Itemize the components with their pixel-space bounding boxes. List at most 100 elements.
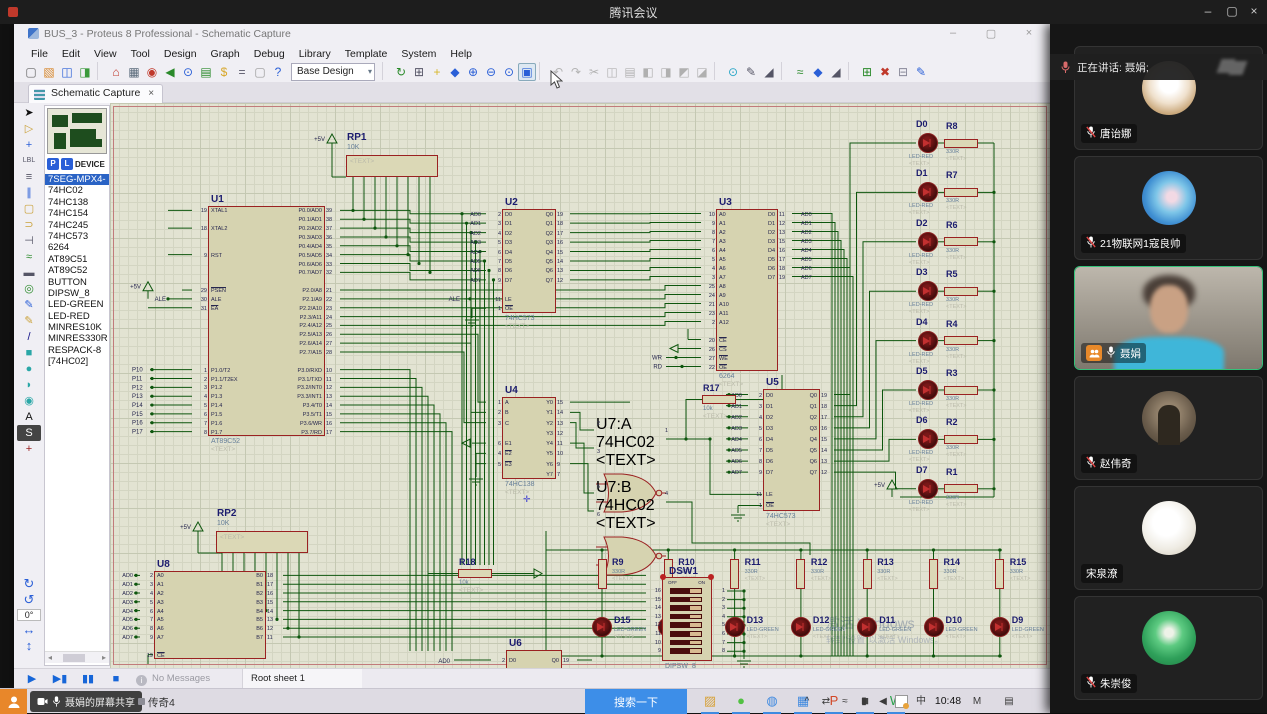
remove-sheet-icon[interactable]: ✖	[876, 63, 894, 81]
device-item[interactable]: 74HC02	[45, 185, 109, 196]
component-R9[interactable]	[598, 559, 607, 589]
dip-switch[interactable]	[670, 640, 702, 646]
menu-library[interactable]: Library	[292, 47, 338, 61]
component-D6[interactable]	[918, 429, 938, 449]
participant-tile-2[interactable]: 21物联网1寇良帅	[1074, 156, 1263, 260]
device-item[interactable]: AT89C52	[45, 265, 109, 276]
component-R15[interactable]	[995, 559, 1004, 589]
component-U6[interactable]: U6D02Q019	[506, 650, 562, 668]
component-U3[interactable]: U36264<TEXT>A010A19A28A37A46A55A64A73A82…	[716, 209, 778, 371]
component-D12[interactable]	[791, 617, 811, 637]
component-RP1[interactable]: RP110K<TEXT>	[346, 155, 438, 177]
component-D2[interactable]	[918, 232, 938, 252]
tray-network-activity-icon[interactable]: ⇄	[817, 689, 835, 714]
menu-template[interactable]: Template	[338, 47, 395, 61]
design-tool-icon[interactable]: ◢	[760, 63, 778, 81]
menu-edit[interactable]: Edit	[55, 47, 87, 61]
game-window-label[interactable]: 传奇4	[148, 695, 175, 710]
origin-icon[interactable]: +	[428, 63, 446, 81]
block-rotate-icon[interactable]: ◩	[675, 63, 693, 81]
component-R17[interactable]: R1710k<TEXT>	[702, 395, 736, 404]
toggle-grid-icon[interactable]: ⊞	[410, 63, 428, 81]
new-file-icon[interactable]: ▢	[22, 63, 40, 81]
zoom-area-icon[interactable]: ▣	[518, 63, 536, 81]
component-R2[interactable]	[944, 435, 978, 444]
component-U7:A[interactable]: U7:A74HC02<TEXT>231	[596, 416, 666, 462]
tape-recorder-mode-icon[interactable]: ▬	[17, 265, 41, 281]
tray-clock[interactable]: 10:48	[930, 689, 966, 714]
help-icon[interactable]: ?	[269, 63, 287, 81]
component-R13[interactable]	[863, 559, 872, 589]
component-R18[interactable]: R1810k<TEXT>	[458, 569, 492, 578]
play-button[interactable]: ▶	[19, 671, 45, 687]
proteus-close-button[interactable]: ×	[1016, 27, 1042, 39]
component-R11[interactable]	[730, 559, 739, 589]
component-U7:B[interactable]: U7:B74HC02<TEXT>564	[596, 479, 666, 525]
device-item[interactable]: MINRES10K	[45, 322, 109, 333]
component-D5[interactable]	[918, 380, 938, 400]
component-U4[interactable]: U474HC138<TEXT>A1B2C3E16E24E35Y015Y114Y2…	[502, 397, 556, 479]
bill-of-materials-icon[interactable]: $	[215, 63, 233, 81]
2d-symbol-icon[interactable]: S	[17, 425, 41, 441]
device-list-hscrollbar[interactable]: ◂ ▸	[45, 651, 109, 663]
component-D0[interactable]	[918, 133, 938, 153]
pick-l-button[interactable]: L	[61, 158, 73, 170]
component-U1[interactable]: U1AT89C52<TEXT>XTAL119XTAL218RST9PSEN29A…	[208, 206, 325, 436]
minimize-button[interactable]: –	[1197, 4, 1219, 18]
exit-to-parent-icon[interactable]: ⊟	[894, 63, 912, 81]
tab-schematic-capture[interactable]: Schematic Capture×	[28, 84, 163, 103]
component-R12[interactable]	[796, 559, 805, 589]
import-project-icon[interactable]: ◨	[76, 63, 94, 81]
device-item[interactable]: 7SEG-MPX4-	[45, 174, 109, 185]
menu-file[interactable]: File	[24, 47, 55, 61]
tray-volume-icon[interactable]: ◀	[874, 689, 892, 714]
dip-switch[interactable]	[670, 597, 702, 603]
design-selector-dropdown[interactable]: Base Design▾	[291, 63, 375, 81]
stop-button[interactable]: ■	[103, 671, 129, 687]
component-U8[interactable]: U8A02A13A24A35A46A57A68A79CE19B018B117B2…	[154, 571, 266, 659]
buses-mode-icon[interactable]: ∥	[17, 185, 41, 201]
component-D1[interactable]	[918, 182, 938, 202]
menu-tool[interactable]: Tool	[124, 47, 157, 61]
zoom-out-icon[interactable]: ⊖	[482, 63, 500, 81]
dip-switch[interactable]	[670, 605, 702, 611]
pan-icon[interactable]: ◆	[446, 63, 464, 81]
tray-language-indicator[interactable]: 中	[912, 689, 930, 714]
block-copy-icon[interactable]: ◧	[639, 63, 657, 81]
dip-switch[interactable]	[670, 631, 702, 637]
dip-switch[interactable]	[670, 648, 702, 654]
new-root-sheet-icon[interactable]: ⊞	[858, 63, 876, 81]
taskbar-app-qq[interactable]: ●	[729, 690, 753, 712]
2d-box-icon[interactable]: ■	[17, 345, 41, 361]
component-D9[interactable]	[990, 617, 1010, 637]
zoom-in-icon[interactable]: ⊕	[464, 63, 482, 81]
component-U2[interactable]: U274HC573<TEXT>D02D13D24D35D46D57D68D79L…	[502, 209, 556, 313]
search-and-tag-icon[interactable]: ◆	[809, 63, 827, 81]
cut-icon[interactable]: ✂	[585, 63, 603, 81]
device-item[interactable]: [74HC02]	[45, 356, 109, 367]
component-D15[interactable]	[592, 617, 612, 637]
block-delete-icon[interactable]: ◪	[693, 63, 711, 81]
property-assignment-icon[interactable]: ✎	[742, 63, 760, 81]
dip-switch[interactable]	[670, 588, 702, 594]
pick-p-button[interactable]: P	[47, 158, 59, 170]
component-R4[interactable]	[944, 336, 978, 345]
component-D4[interactable]	[918, 331, 938, 351]
component-mode-icon[interactable]: ▷	[17, 121, 41, 137]
component-D13[interactable]	[725, 617, 745, 637]
library-browser-icon[interactable]: ▤	[197, 63, 215, 81]
schematic-overview-preview[interactable]	[47, 108, 107, 154]
save-project-icon[interactable]: ◫	[58, 63, 76, 81]
tab-close-icon[interactable]: ×	[148, 88, 154, 99]
2d-text-icon[interactable]: A	[17, 409, 41, 425]
junction-dot-mode-icon[interactable]: +	[17, 137, 41, 153]
electrical-rule-check-icon[interactable]: =	[233, 63, 251, 81]
participant-tile-6[interactable]: 朱崇俊	[1074, 596, 1263, 700]
property-tool-icon[interactable]: ◢	[827, 63, 845, 81]
report-icon[interactable]: ▢	[251, 63, 269, 81]
redo-icon[interactable]: ↷	[567, 63, 585, 81]
participant-tile-5[interactable]: 宋泉潦	[1074, 486, 1263, 590]
zoom-view-icon[interactable]: ⊙	[179, 63, 197, 81]
taskbar-user-button[interactable]	[0, 689, 27, 714]
mirror-x-icon[interactable]: ↔	[17, 622, 41, 638]
